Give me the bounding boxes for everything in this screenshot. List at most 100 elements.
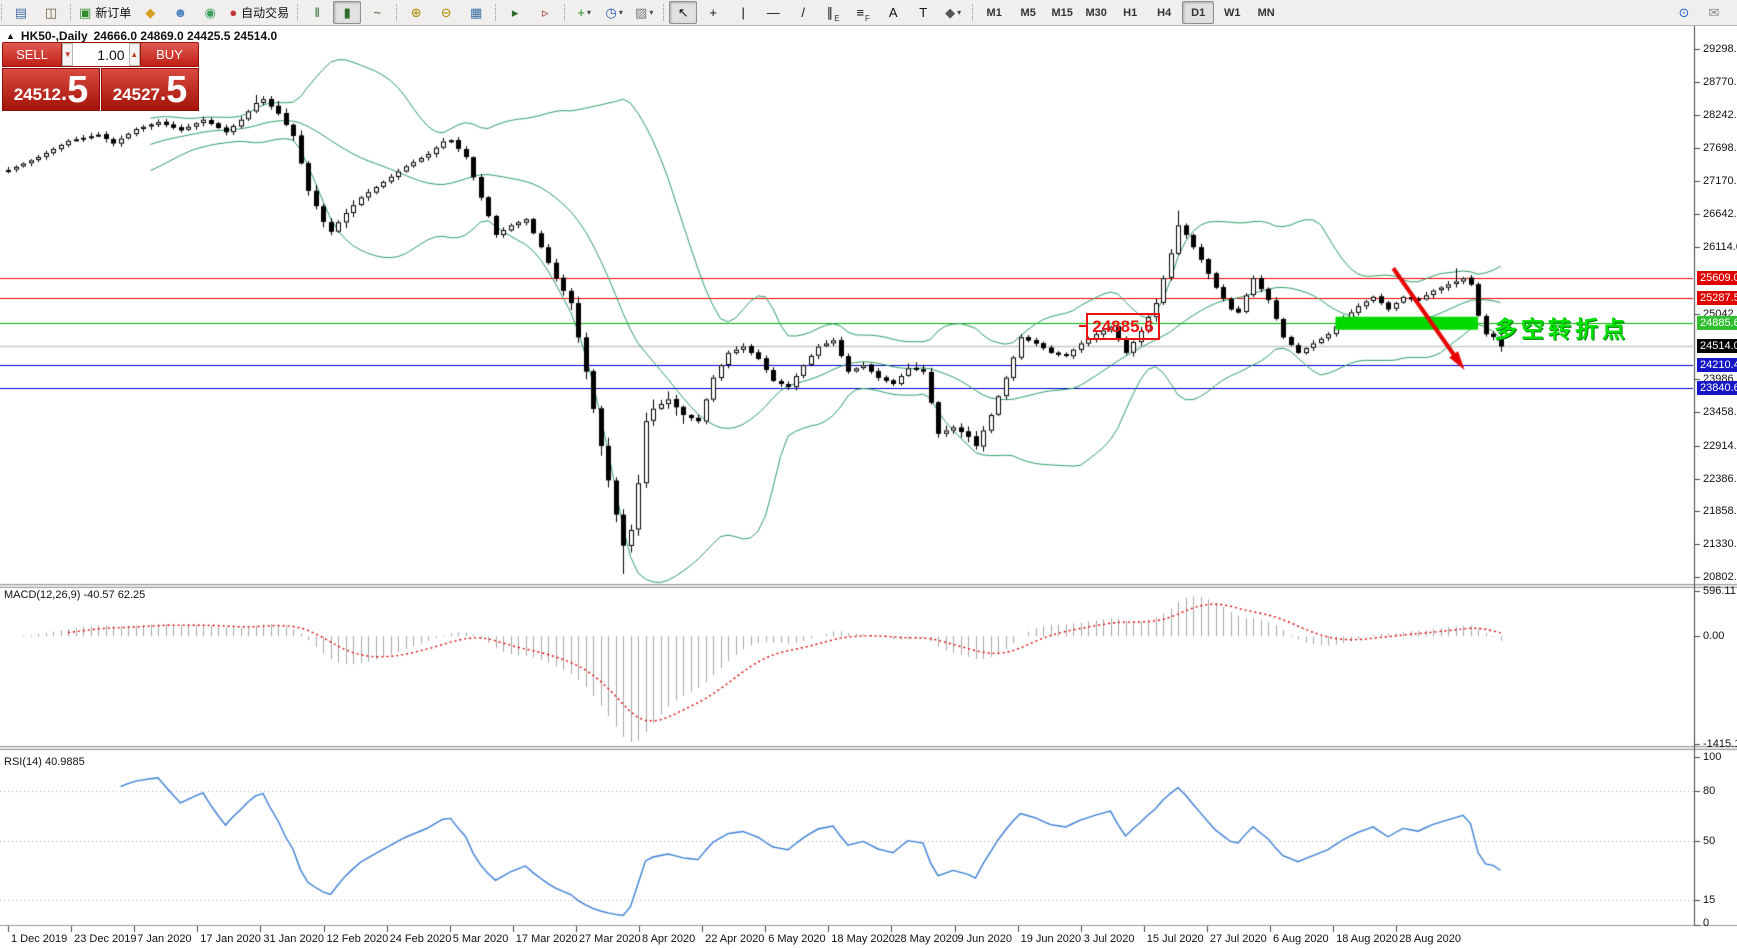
bar-chart-icon: ‖ (314, 5, 320, 20)
turning-point-annotation[interactable]: 多空转折点 (1494, 310, 1629, 344)
toolbar-group-chart-type: ‖ ▮ ~ (296, 0, 395, 25)
sell-price-display[interactable]: 24512. 5 (2, 68, 100, 111)
date-tick-label: 17 Mar 2020 (515, 933, 578, 945)
autotrading-icon: ● (229, 5, 238, 20)
periods-button[interactable]: ◷ ▾ (600, 1, 628, 24)
timeframe-mn-button[interactable]: MN (1250, 1, 1282, 24)
zoom-out-button[interactable]: ⊖ (432, 1, 460, 24)
indicators-button[interactable]: + ▾ (570, 1, 598, 24)
bar-chart-button[interactable]: ‖ (303, 1, 331, 24)
text-button[interactable]: A (879, 1, 907, 24)
date-tick-label: 27 Jul 2020 (1209, 933, 1267, 945)
date-tick-label: 18 Aug 2020 (1336, 933, 1398, 945)
arrows-icon: ◆ (945, 5, 956, 20)
text-icon: A (888, 5, 898, 20)
volume-up-button[interactable]: ▲ (128, 43, 140, 66)
sell-price-big: 5 (67, 69, 89, 111)
indicator-plus-icon: + (577, 5, 585, 20)
macd-tick-label: 596.11 (1703, 585, 1736, 597)
vertical-line-button[interactable]: | (729, 1, 757, 24)
auto-scroll-icon: ▸ (511, 5, 519, 20)
chart-canvas[interactable] (0, 0, 1737, 948)
chat-icon: ✉ (1708, 5, 1720, 20)
search-icon: ⊙ (1678, 5, 1690, 20)
volume-down-button[interactable]: ▼ (62, 43, 74, 66)
trendline-icon: / (801, 5, 805, 20)
new-order-icon: ▣ (79, 5, 92, 20)
date-tick-label: 28 May 2020 (894, 933, 958, 945)
price-reference-box[interactable]: 24885.6 (1079, 313, 1160, 340)
symbol-title: ▲ HK50-,Daily 24666.0 24869.0 24425.5 24… (6, 29, 277, 43)
trading-platform-window: { "toolbar": { "groups": [ {"name":"file… (0, 0, 1737, 948)
search-button[interactable]: ⊙ (1670, 1, 1698, 24)
template-icon: ▨ (635, 5, 648, 20)
signals-button[interactable]: ◉ (196, 1, 224, 24)
rsi-tick-label: 15 (1703, 893, 1716, 906)
timeframe-h4-button[interactable]: H4 (1148, 1, 1180, 24)
timeframe-m30-button[interactable]: M30 (1080, 1, 1112, 24)
timeframe-d1-button[interactable]: D1 (1182, 1, 1215, 24)
trendline-button[interactable]: / (789, 1, 817, 24)
arrows-button[interactable]: ◆ ▾ (939, 1, 967, 24)
chevron-down-icon: ▾ (618, 8, 623, 17)
horizontal-line-button[interactable]: — (759, 1, 787, 24)
fibonacci-button[interactable]: ≡ F (849, 1, 877, 24)
timeframe-w1-button[interactable]: W1 (1216, 1, 1248, 24)
chevron-down-icon: ▾ (649, 8, 654, 17)
market-watch-button[interactable]: ◆ (136, 1, 164, 24)
profiles-icon: ◫ (44, 5, 58, 20)
buy-button[interactable]: BUY (140, 42, 199, 67)
timeframe-m15-button[interactable]: M15 (1046, 1, 1078, 24)
date-tick-label: 9 Jun 2020 (957, 933, 1012, 945)
line-chart-button[interactable]: ~ (363, 1, 391, 24)
buy-price-main: 24527 (112, 85, 160, 104)
price-tick-label: 29298.0 (1703, 43, 1737, 55)
candlestick-icon: ▮ (343, 5, 351, 20)
timeframe-h1-button[interactable]: H1 (1114, 1, 1146, 24)
new-order-button[interactable]: ▣ 新订单 (76, 1, 134, 24)
sell-button[interactable]: SELL (2, 42, 62, 67)
chart-shift-button[interactable]: ▹ (531, 1, 559, 24)
collapse-panel-icon[interactable]: ▲ (6, 31, 15, 41)
date-tick-label: 18 May 2020 (831, 933, 895, 945)
timeframe-m5-button[interactable]: M5 (1012, 1, 1044, 24)
templates-button[interactable]: ▨ ▾ (630, 1, 658, 24)
cursor-button[interactable]: ↖ (669, 1, 698, 24)
chat-button[interactable]: ✉ (1700, 1, 1728, 24)
price-tick-label: 20802.0 (1703, 571, 1737, 584)
profiles-button[interactable]: ◫ (37, 1, 65, 24)
toolbox-button[interactable]: ☻ (166, 1, 194, 24)
date-tick-label: 15 Jul 2020 (1146, 933, 1204, 945)
zoom-in-button[interactable]: ⊕ (402, 1, 430, 24)
toolbar-group-timeframes: M1 M5 M15 M30 H1 H4 D1 W1 MN (971, 0, 1286, 25)
chevron-down-icon: ▾ (957, 8, 962, 17)
price-tick-label: 26114.0 (1703, 240, 1737, 253)
one-click-trade-panel: SELL ▼ ▲ BUY 24512.5 24527.5 (2, 42, 199, 111)
timeframe-m1-button[interactable]: M1 (978, 1, 1010, 24)
new-chart-button[interactable]: ▤ (7, 1, 35, 24)
tile-windows-button[interactable]: ▦ (462, 1, 490, 24)
date-tick-label: 5 Mar 2020 (452, 933, 509, 945)
symbol-name: HK50-,Daily (20, 29, 88, 43)
candlestick-button[interactable]: ▮ (333, 1, 362, 24)
date-tick-label: 1 Dec 2019 (11, 933, 68, 945)
new-chart-icon: ▤ (14, 5, 28, 20)
price-level-label: 24885.6 (1697, 316, 1737, 331)
price-tick-label: 21858.0 (1703, 505, 1737, 518)
date-tick-label: 31 Jan 2020 (263, 933, 324, 945)
price-tick-label: 27698.0 (1703, 142, 1737, 155)
volume-input[interactable] (73, 43, 129, 66)
rsi-tick-label: 80 (1703, 784, 1716, 797)
price-tick-label: 27170.0 (1703, 175, 1737, 188)
text-label-button[interactable]: T (909, 1, 937, 24)
fibonacci-icon: ≡ (856, 5, 865, 20)
channel-button-sub: E (834, 14, 840, 23)
buy-price-display[interactable]: 24527. 5 (101, 68, 199, 111)
new-order-button-label: 新订单 (95, 6, 132, 20)
crosshair-button[interactable]: + (699, 1, 727, 24)
autotrading-button[interactable]: ● 自动交易 (226, 1, 292, 24)
channel-button[interactable]: ∥ E (819, 1, 847, 24)
auto-scroll-button[interactable]: ▸ (501, 1, 529, 24)
date-tick-label: 6 Aug 2020 (1273, 933, 1329, 945)
price-level-label: 25287.5 (1697, 291, 1737, 306)
